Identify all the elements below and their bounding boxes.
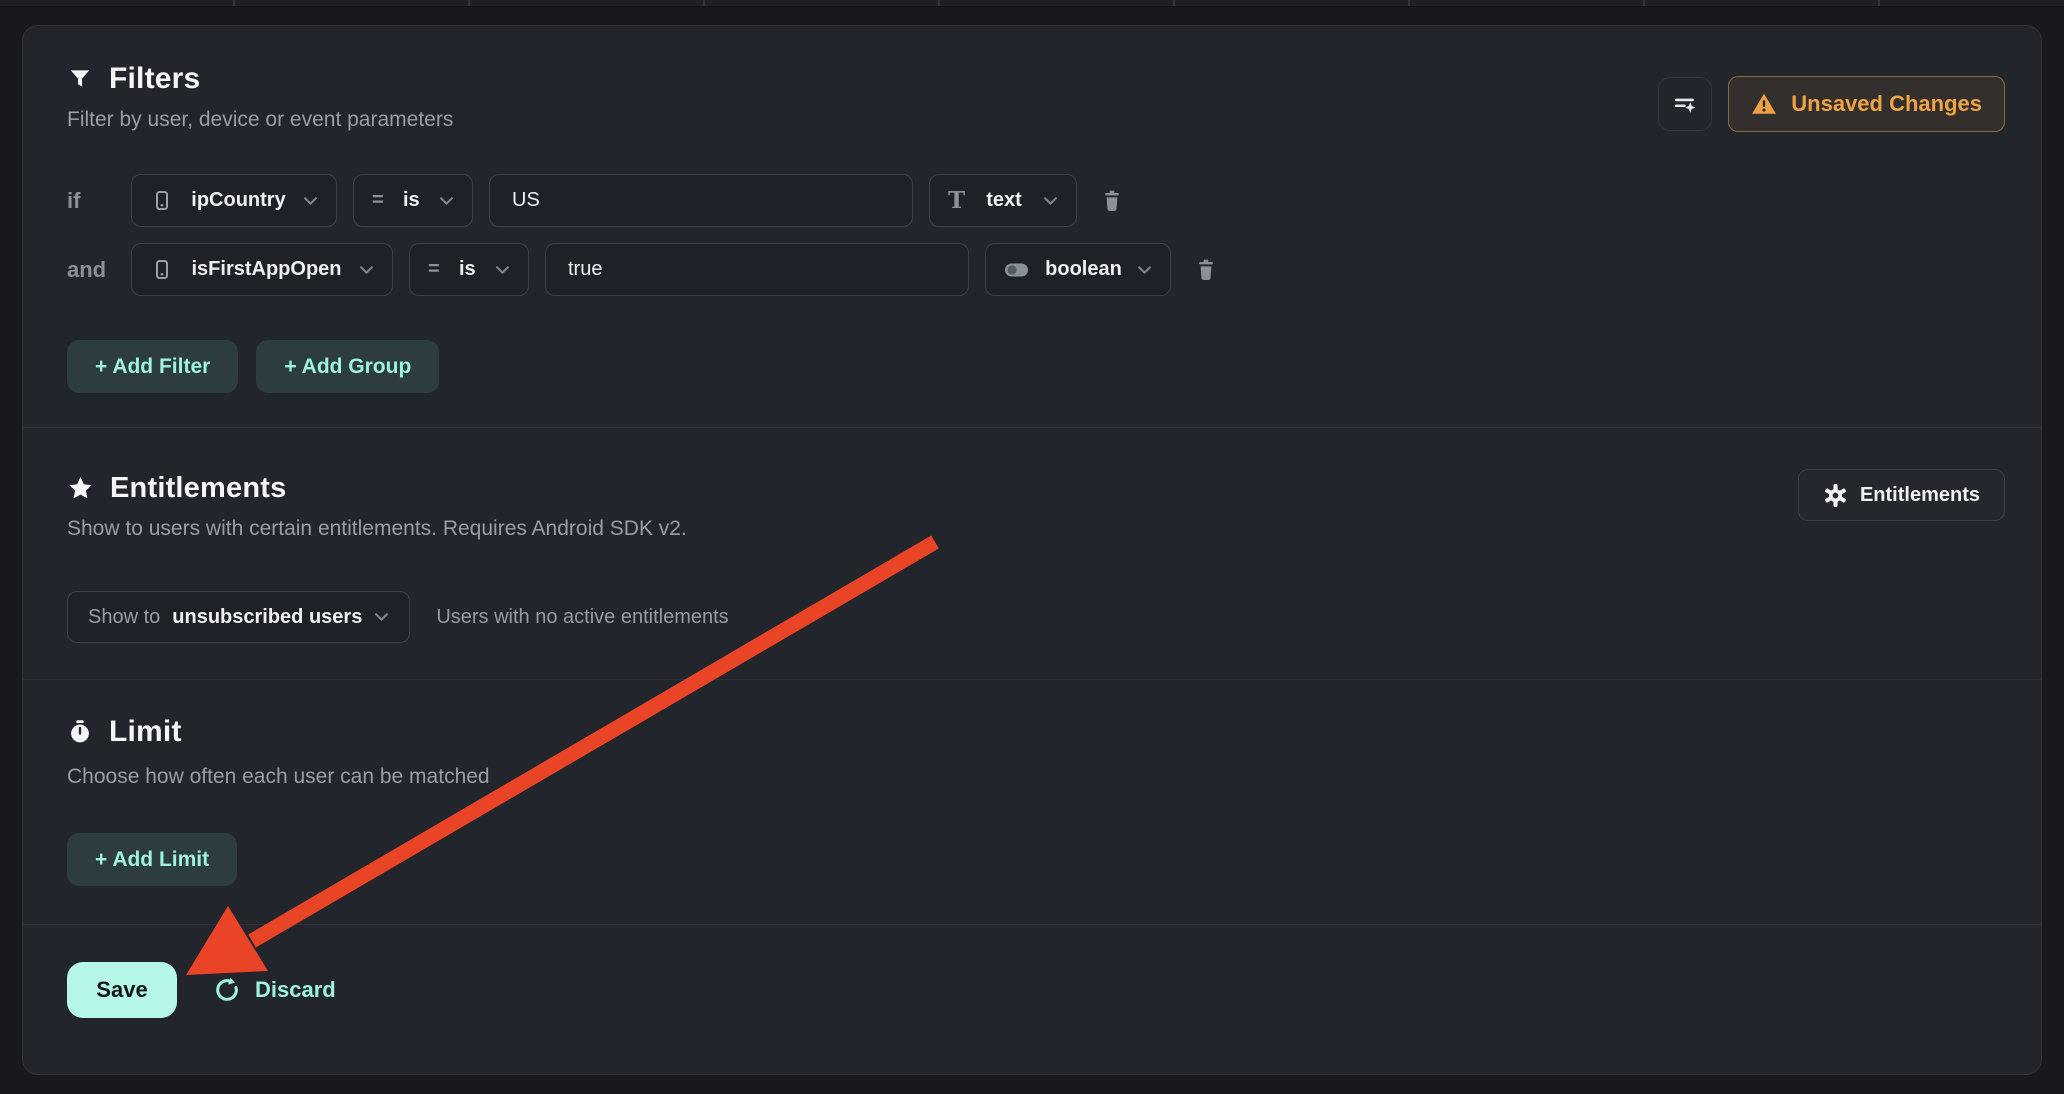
top-tab-strip bbox=[0, 0, 2064, 7]
filter-row: and isFirstAppOpen = is bbox=[67, 243, 2005, 296]
limit-section: Limit Choose how often each user can be … bbox=[23, 680, 2041, 886]
show-to-helper-text: Users with no active entitlements bbox=[436, 606, 728, 629]
operator-select[interactable]: = is bbox=[409, 243, 529, 296]
filters-title: Filters bbox=[109, 62, 200, 96]
value-input[interactable] bbox=[489, 174, 913, 227]
conjunction-label: and bbox=[67, 257, 115, 283]
limit-title: Limit bbox=[109, 715, 182, 749]
field-select[interactable]: ipCountry bbox=[131, 174, 337, 227]
audience-settings-card: Filters Filter by user, device or event … bbox=[22, 25, 2042, 1075]
limit-subtitle: Choose how often each user can be matche… bbox=[67, 765, 2005, 789]
entitlements-settings-button[interactable]: Entitlements bbox=[1798, 469, 2005, 521]
chevron-down-icon bbox=[359, 265, 374, 275]
star-icon bbox=[67, 475, 94, 502]
boolean-toggle-icon bbox=[1004, 262, 1030, 278]
chevron-down-icon bbox=[1137, 265, 1152, 275]
entitlements-button-label: Entitlements bbox=[1860, 484, 1980, 507]
device-phone-icon bbox=[150, 258, 174, 282]
field-value: ipCountry bbox=[191, 189, 285, 212]
filter-list-options-button[interactable] bbox=[1658, 77, 1712, 131]
equals-symbol: = bbox=[372, 189, 384, 212]
entitlements-title: Entitlements bbox=[110, 472, 286, 505]
conjunction-label: if bbox=[67, 188, 115, 214]
refresh-icon bbox=[213, 976, 241, 1004]
add-limit-button[interactable]: + Add Limit bbox=[67, 833, 237, 886]
type-select[interactable]: boolean bbox=[985, 243, 1171, 296]
unsaved-changes-label: Unsaved Changes bbox=[1791, 91, 1982, 117]
delete-filter-button[interactable] bbox=[1093, 182, 1131, 220]
value-input[interactable] bbox=[545, 243, 969, 296]
entitlements-subtitle: Show to users with certain entitlements.… bbox=[67, 517, 2005, 541]
trash-icon bbox=[1099, 188, 1125, 214]
filters-section: Filters Filter by user, device or event … bbox=[23, 26, 2041, 393]
filter-funnel-icon bbox=[67, 66, 93, 92]
chevron-down-icon bbox=[303, 196, 318, 206]
gear-icon bbox=[1823, 483, 1848, 508]
discard-button[interactable]: Discard bbox=[213, 976, 336, 1004]
add-group-button[interactable]: + Add Group bbox=[256, 340, 439, 393]
chevron-down-icon bbox=[1043, 196, 1058, 206]
device-phone-icon bbox=[150, 189, 174, 213]
type-value: text bbox=[986, 189, 1022, 212]
filter-row: if ipCountry = is bbox=[67, 174, 2005, 227]
stopwatch-icon bbox=[67, 719, 93, 745]
type-select[interactable]: T text bbox=[929, 174, 1077, 227]
chevron-down-icon bbox=[439, 196, 454, 206]
show-to-label: Show to bbox=[88, 606, 160, 629]
type-value: boolean bbox=[1045, 258, 1122, 281]
list-sparkle-icon bbox=[1671, 90, 1699, 118]
save-button[interactable]: Save bbox=[67, 962, 177, 1018]
chevron-down-icon bbox=[495, 265, 510, 275]
entitlements-section: Entitlements Show to users with certain … bbox=[23, 428, 2041, 643]
footer-actions: Save Discard bbox=[23, 925, 2041, 1018]
add-filter-button[interactable]: + Add Filter bbox=[67, 340, 238, 393]
warning-triangle-icon bbox=[1751, 91, 1777, 117]
discard-label: Discard bbox=[255, 977, 336, 1003]
trash-icon bbox=[1193, 257, 1219, 283]
chevron-down-icon bbox=[374, 612, 389, 622]
show-to-value: unsubscribed users bbox=[172, 606, 362, 629]
delete-filter-button[interactable] bbox=[1187, 251, 1225, 289]
field-value: isFirstAppOpen bbox=[191, 258, 341, 281]
show-to-select[interactable]: Show to unsubscribed users bbox=[67, 591, 410, 643]
field-select[interactable]: isFirstAppOpen bbox=[131, 243, 393, 296]
operator-value: is bbox=[459, 258, 476, 281]
operator-select[interactable]: = is bbox=[353, 174, 473, 227]
text-type-icon: T bbox=[948, 189, 965, 212]
operator-value: is bbox=[403, 189, 420, 212]
equals-symbol: = bbox=[428, 258, 440, 281]
unsaved-changes-badge: Unsaved Changes bbox=[1728, 76, 2005, 132]
